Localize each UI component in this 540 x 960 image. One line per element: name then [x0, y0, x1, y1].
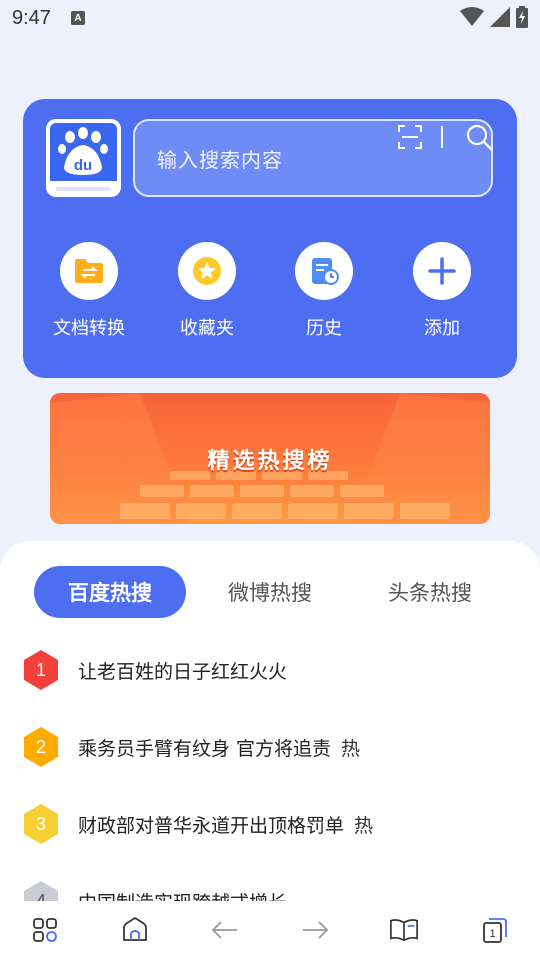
status-indicators	[460, 6, 528, 28]
hot-search-banner[interactable]: 精选热搜榜	[50, 393, 490, 524]
hot-tabs: 百度热搜 微博热搜 头条热搜	[0, 566, 540, 618]
signal-icon	[490, 7, 510, 27]
apps-icon[interactable]	[30, 915, 60, 945]
hot-tag: 热	[354, 814, 374, 837]
search-icon[interactable]	[465, 123, 493, 151]
logo-stand	[56, 187, 111, 191]
tab-toutiao-hot[interactable]: 头条热搜	[354, 566, 506, 618]
shortcut-add[interactable]: 添加	[387, 242, 497, 340]
hot-item-title: 财政部对普华永道开出顶格罚单	[78, 814, 345, 837]
baidu-paw-icon: du	[50, 123, 117, 181]
rank-badge: 1	[22, 649, 60, 691]
svg-text:du: du	[74, 157, 92, 174]
tab-baidu-hot[interactable]: 百度热搜	[34, 566, 186, 618]
list-item[interactable]: 2 乘务员手臂有纹身 官方将追责 热	[22, 725, 360, 769]
status-bar: 9:47 A	[0, 0, 540, 36]
wifi-icon	[460, 7, 484, 26]
rank-badge: 3	[22, 803, 60, 845]
banner-title: 精选热搜榜	[207, 449, 333, 474]
hot-item-title: 让老百姓的日子红红火火	[78, 660, 288, 683]
shortcut-label: 历史	[306, 318, 342, 339]
hot-tag: 热	[341, 737, 361, 760]
search-input[interactable]: 输入搜索内容	[133, 119, 493, 197]
tab-count: 1	[489, 928, 495, 940]
folder-convert-icon	[60, 242, 118, 300]
star-icon	[178, 242, 236, 300]
rank-number: 1	[35, 659, 46, 680]
main-card: du 输入搜索内容 文档转换 收藏夹 历史 添加	[23, 99, 517, 378]
shortcut-row: 文档转换 收藏夹 历史 添加	[23, 242, 517, 342]
bottom-nav: 1	[0, 901, 540, 960]
list-item[interactable]: 1 让老百姓的日子红红火火	[22, 648, 287, 692]
back-arrow-icon[interactable]	[210, 915, 240, 945]
tab-weibo-hot[interactable]: 微博热搜	[194, 566, 346, 618]
plus-icon	[413, 242, 471, 300]
notification-a-icon: A	[70, 11, 85, 25]
history-icon	[295, 242, 353, 300]
shortcut-label: 添加	[424, 318, 460, 339]
status-time: 9:47	[12, 6, 51, 29]
shortcut-label: 收藏夹	[180, 318, 234, 339]
search-divider	[441, 126, 443, 148]
home-icon[interactable]	[120, 915, 150, 945]
shortcut-doc-convert[interactable]: 文档转换	[34, 242, 144, 340]
hot-item-title: 乘务员手臂有纹身 官方将追责	[78, 737, 332, 760]
list-item[interactable]: 4 中国制造实现跨越式增长	[22, 879, 287, 901]
shortcut-label: 文档转换	[53, 318, 125, 339]
shortcut-favorites[interactable]: 收藏夹	[152, 242, 262, 340]
list-item[interactable]: 3 财政部对普华永道开出顶格罚单 热	[22, 802, 373, 846]
battery-icon	[516, 6, 528, 28]
scan-icon[interactable]	[397, 124, 423, 150]
rank-number: 3	[35, 813, 46, 834]
tabs-icon[interactable]: 1	[480, 915, 510, 945]
baidu-logo[interactable]: du	[46, 119, 121, 197]
rank-number: 4	[35, 890, 46, 902]
rank-number: 2	[35, 736, 46, 757]
shortcut-history[interactable]: 历史	[269, 242, 379, 340]
hot-item-title: 中国制造实现跨越式增长	[78, 888, 287, 902]
forward-arrow-icon[interactable]	[300, 915, 330, 945]
hot-search-panel: 百度热搜 微博热搜 头条热搜 1 让老百姓的日子红红火火 2 乘务员手臂有纹身 …	[0, 541, 540, 901]
search-placeholder: 输入搜索内容	[157, 147, 283, 172]
rank-badge: 4	[22, 880, 60, 901]
rank-badge: 2	[22, 726, 60, 768]
book-icon[interactable]	[389, 915, 419, 945]
